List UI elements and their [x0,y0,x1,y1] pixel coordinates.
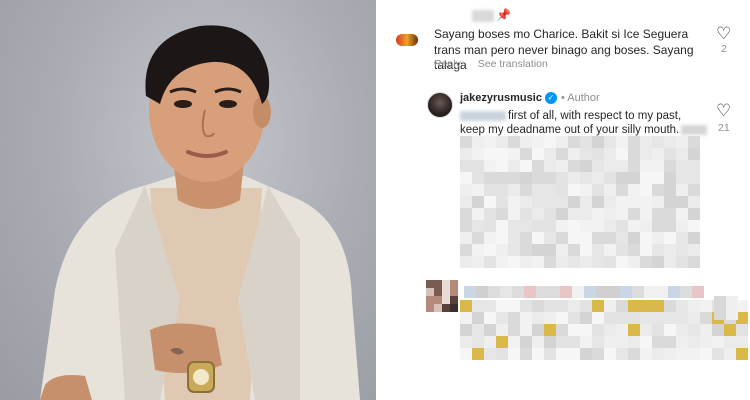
author-username[interactable]: jakezyrusmusic [460,92,542,104]
commenter-avatar[interactable] [396,34,418,46]
see-translation-link[interactable]: See translation [478,58,548,70]
reply-text-line1: first of all, with respect to my past, [460,110,681,122]
blurred-mention [460,110,506,121]
pixelated-reply-body [460,136,700,268]
pixelated-comment-body [460,300,748,360]
reply-line1-text: first of all, with respect to my past, [508,110,682,122]
reply-text-line2: keep my deadname out of your silly mouth… [460,124,708,136]
separator-dot: • [560,92,565,104]
heart-outline-icon[interactable]: ♡ [716,101,731,121]
reply-button[interactable]: Reply [434,58,461,70]
comment-actions: Reply See translation [434,58,562,70]
screenshot-frame: 📌 Sayang boses mo Charice. Bakit si Ice … [0,0,750,400]
comments-panel: 📌 Sayang boses mo Charice. Bakit si Ice … [376,0,750,400]
profile-photo [0,0,376,400]
blurred-username [472,10,494,22]
author-avatar[interactable] [427,92,453,118]
like-count: 21 [718,122,730,134]
blurred-text-tail [681,124,708,135]
author-label: Author [567,92,600,104]
verified-badge-icon: ✓ [544,92,557,105]
reply-line2-text: keep my deadname out of your silly mouth… [460,124,680,136]
pixelated-username [464,286,704,298]
reply-header: jakezyrusmusic ✓ • Author [460,92,600,105]
pixelated-like-area [714,296,738,320]
portrait-illustration [40,25,360,400]
pixelated-avatar [426,280,458,312]
like-count: 2 [721,43,727,55]
pin-icon: 📌 [496,8,511,22]
heart-outline-icon[interactable]: ♡ [716,24,731,44]
